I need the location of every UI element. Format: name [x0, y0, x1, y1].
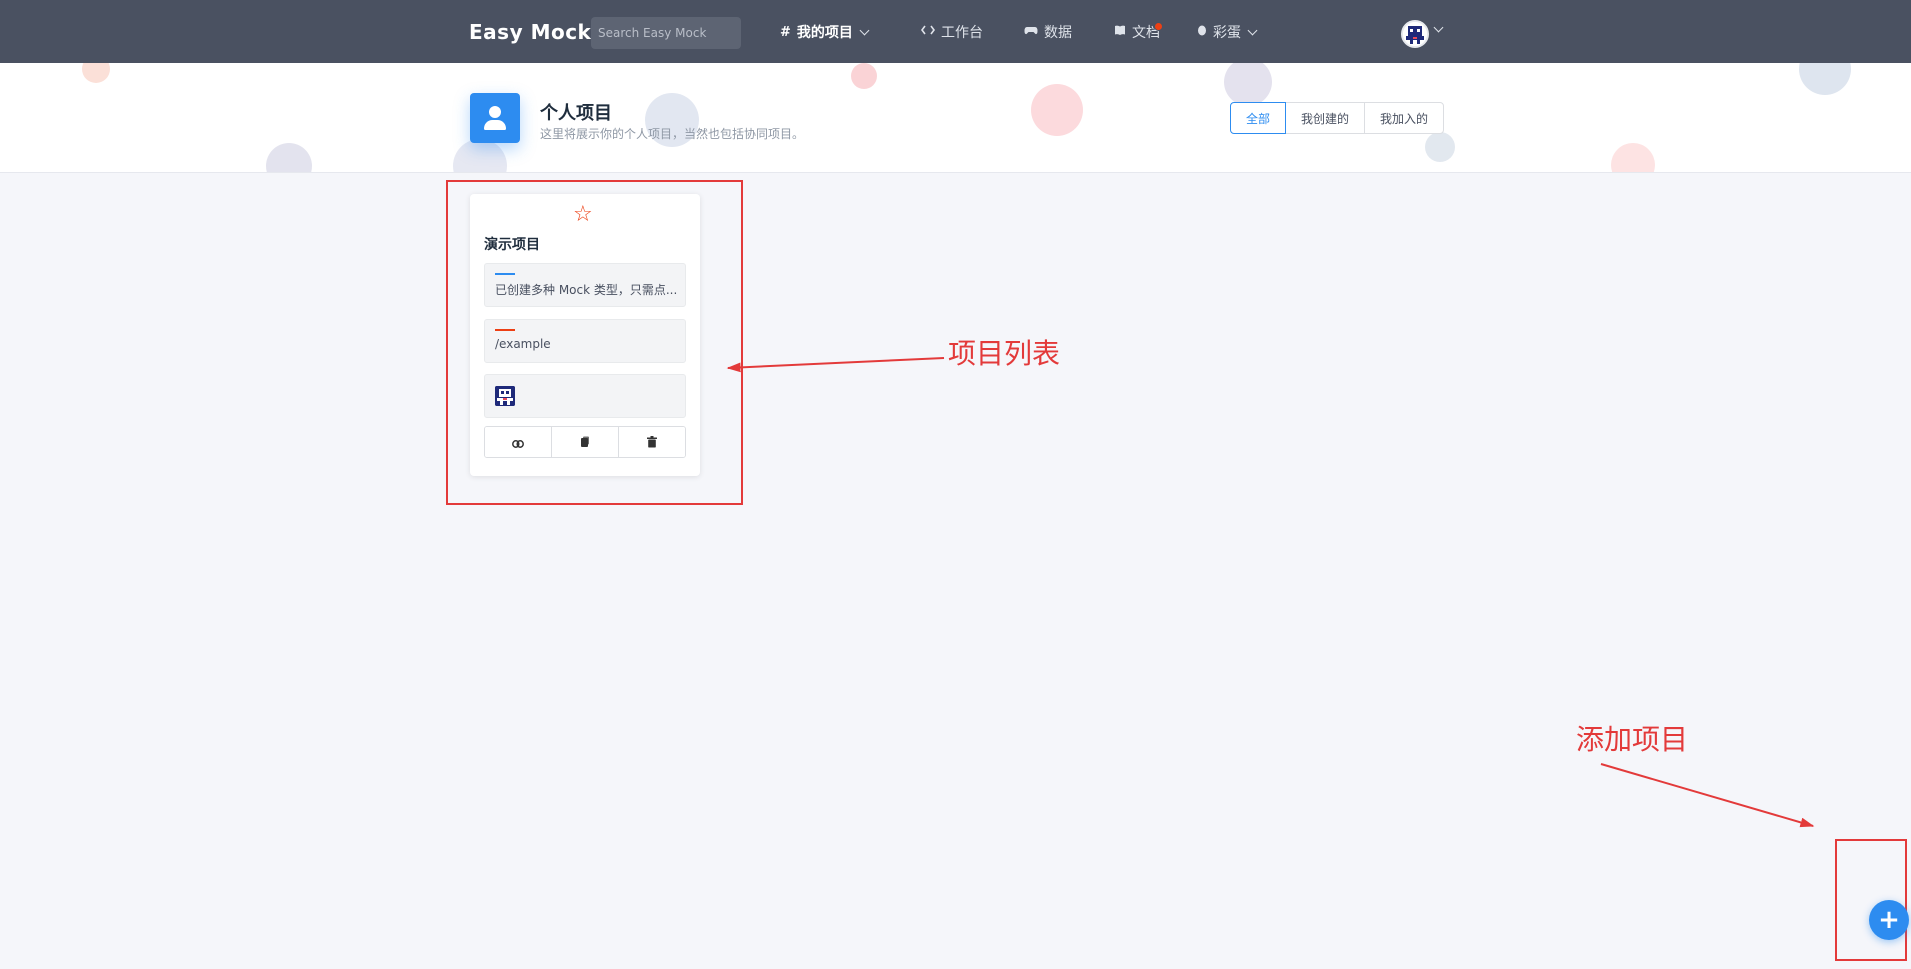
top-navbar: Easy Mock # 我的项目 工作台 数据 文档 彩蛋	[0, 0, 1911, 63]
decorative-bubble	[82, 63, 110, 83]
filter-all-button[interactable]: 全部	[1230, 102, 1287, 134]
page-header: 个人项目 这里将展示你的个人项目，当然也包括协同项目。 全部 我创建的 我加入的	[0, 63, 1911, 173]
code-icon	[921, 24, 935, 40]
app-logo[interactable]: Easy Mock	[469, 20, 591, 44]
nav-item-label: 工作台	[941, 25, 983, 41]
nav-item-label: 彩蛋	[1213, 25, 1241, 41]
chevron-down-icon	[1247, 25, 1258, 35]
user-avatar-icon[interactable]	[1401, 20, 1429, 48]
nav-item-data[interactable]: 数据	[1024, 22, 1072, 42]
nav-item-easter-egg[interactable]: 彩蛋	[1197, 22, 1258, 42]
decorative-bubble	[453, 139, 507, 172]
search-input[interactable]	[591, 17, 741, 49]
egg-icon	[1197, 24, 1207, 40]
arrow-to-add-button	[1600, 763, 1815, 828]
plus-icon: +	[1878, 905, 1900, 935]
decorative-bubble	[1031, 84, 1083, 136]
nav-item-my-projects[interactable]: # 我的项目	[780, 22, 870, 42]
annotation-box-add-project	[1835, 839, 1907, 961]
annotation-label-add-project: 添加项目	[1576, 723, 1689, 756]
add-project-button[interactable]: +	[1869, 900, 1909, 940]
decorative-bubble	[1799, 63, 1851, 95]
decorative-bubble	[266, 143, 312, 172]
project-filter-group: 全部 我创建的 我加入的	[1230, 102, 1445, 134]
nav-item-label: 我的项目	[796, 25, 853, 41]
page-description: 这里将展示你的个人项目，当然也包括协同项目。	[540, 127, 805, 141]
decorative-bubble	[851, 63, 877, 89]
gamepad-icon	[1024, 24, 1038, 40]
decorative-bubble	[1611, 143, 1655, 172]
page-title: 个人项目	[540, 103, 612, 124]
chevron-down-icon	[859, 25, 870, 35]
person-icon	[470, 93, 520, 143]
filter-created-button[interactable]: 我创建的	[1285, 102, 1366, 134]
arrow-to-project-list	[726, 357, 945, 373]
annotation-box-project-list	[446, 180, 743, 505]
book-icon	[1114, 24, 1126, 40]
decorative-bubble	[1425, 132, 1455, 162]
hash-icon: #	[780, 24, 791, 40]
notification-dot	[1154, 22, 1163, 31]
filter-joined-button[interactable]: 我加入的	[1364, 102, 1445, 134]
nav-item-label: 数据	[1044, 25, 1072, 41]
decorative-bubble	[1224, 63, 1272, 106]
annotation-label-project-list: 项目列表	[948, 337, 1061, 370]
chevron-down-icon[interactable]	[1433, 22, 1444, 33]
nav-item-workbench[interactable]: 工作台	[921, 22, 983, 42]
